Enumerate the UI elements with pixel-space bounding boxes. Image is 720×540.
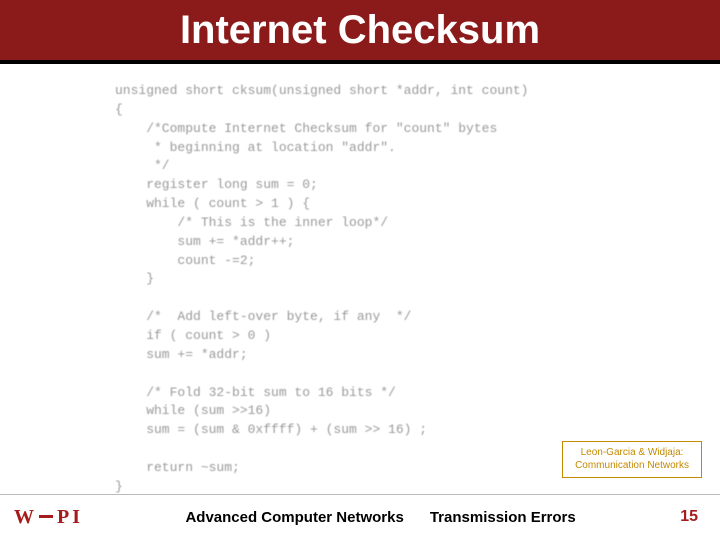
slide-title: Internet Checksum xyxy=(180,8,540,53)
page-number: 15 xyxy=(680,508,698,526)
logo-dash-icon xyxy=(39,515,53,518)
slide-footer: WPI Advanced Computer Networks Transmissi… xyxy=(0,494,720,540)
footer-divider xyxy=(0,494,720,495)
citation-line-1: Leon-Garcia & Widjaja: xyxy=(575,447,689,460)
footer-topic: Transmission Errors xyxy=(430,509,576,526)
footer-text: Advanced Computer Networks Transmission E… xyxy=(81,509,680,526)
citation-line-2: Communication Networks xyxy=(575,460,689,473)
title-bar: Internet Checksum xyxy=(0,0,720,64)
citation-box: Leon-Garcia & Widjaja: Communication Net… xyxy=(562,441,702,478)
code-block: unsigned short cksum(unsigned short *add… xyxy=(0,64,720,497)
footer-course: Advanced Computer Networks xyxy=(185,509,403,526)
wpi-logo: WPI xyxy=(14,506,81,529)
